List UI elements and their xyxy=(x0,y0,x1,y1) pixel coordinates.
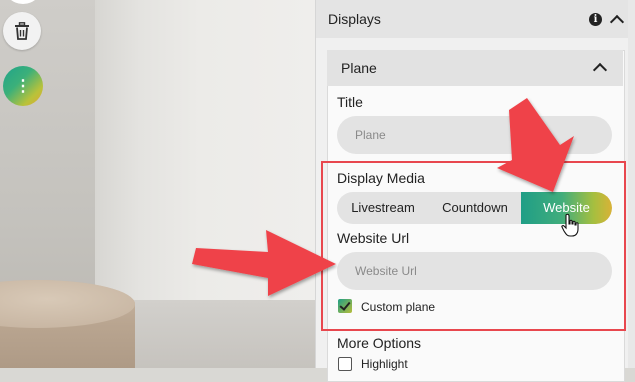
displays-section-header[interactable]: Displays i xyxy=(316,0,635,38)
more-options-label: More Options xyxy=(337,335,422,351)
highlight-checkbox[interactable] xyxy=(338,357,352,371)
chevron-up-icon[interactable] xyxy=(592,62,608,78)
info-icon[interactable]: i xyxy=(589,13,602,26)
highlight-label: Highlight xyxy=(361,357,408,371)
displays-title: Displays xyxy=(328,11,381,27)
delete-button[interactable] xyxy=(3,12,41,50)
chevron-up-icon[interactable] xyxy=(609,14,625,30)
title-input[interactable] xyxy=(337,116,612,154)
scene-viewport[interactable] xyxy=(0,0,315,368)
more-vertical-icon: ⋮ xyxy=(15,78,31,95)
plane-card-title: Plane xyxy=(341,60,377,76)
title-label: Title xyxy=(337,94,363,110)
more-options-button[interactable]: ⋮ xyxy=(3,66,43,106)
trash-icon xyxy=(15,22,29,40)
annotation-highlight-box xyxy=(321,161,626,331)
panel-scrollbar[interactable] xyxy=(628,0,635,368)
plane-card-header[interactable]: Plane xyxy=(327,50,623,86)
